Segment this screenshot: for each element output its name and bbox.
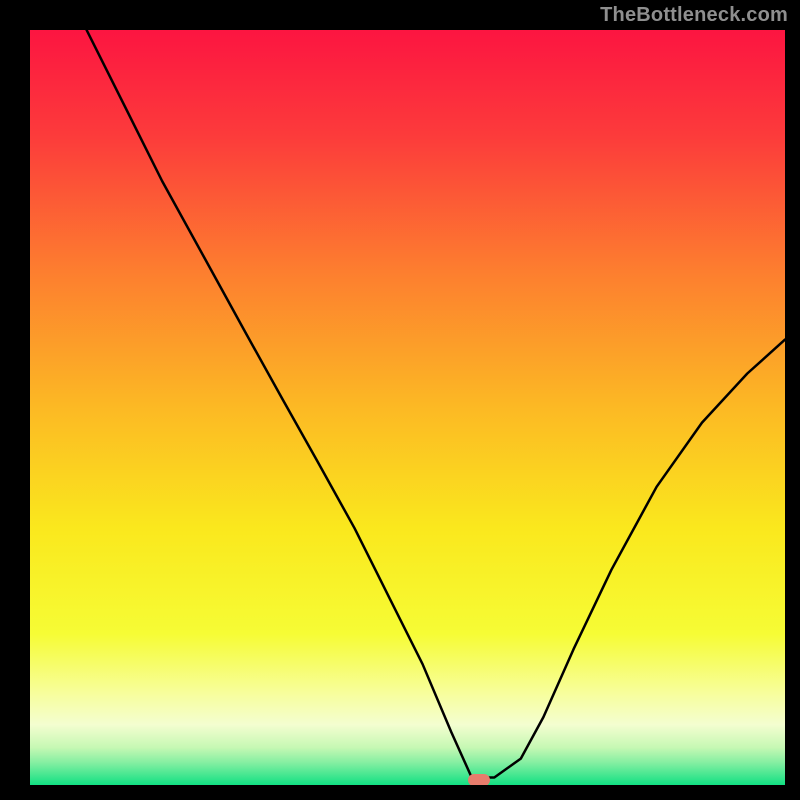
optimum-marker xyxy=(468,774,490,785)
watermark-text: TheBottleneck.com xyxy=(600,4,788,27)
curve-path xyxy=(87,30,785,778)
plot-area xyxy=(30,30,785,785)
chart-frame: TheBottleneck.com xyxy=(0,0,800,800)
bottleneck-curve xyxy=(30,30,785,785)
